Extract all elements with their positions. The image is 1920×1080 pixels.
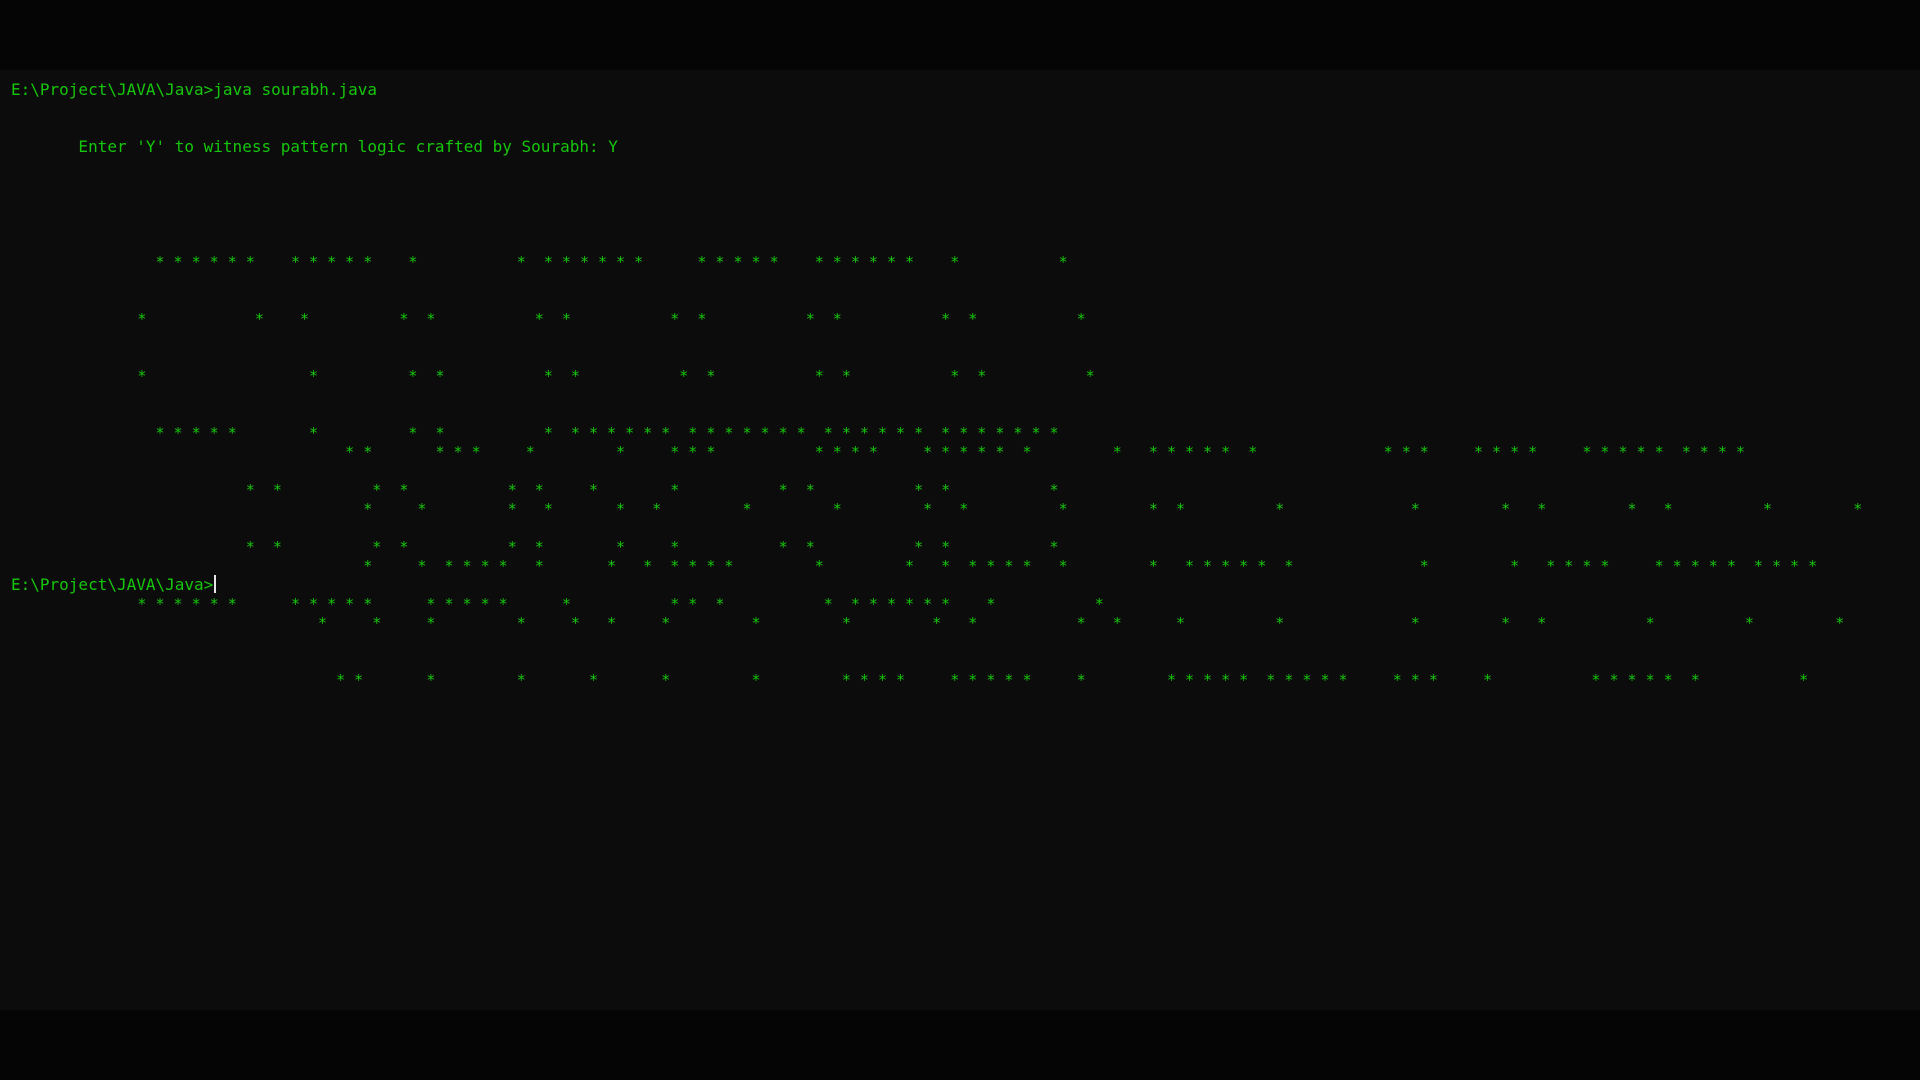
banner-line: * * * * * * * * * * * * * * * * * * * * … — [11, 614, 1845, 632]
banner-line: * * * * * * * * * * * * * * — [11, 310, 1086, 328]
letterbox-top — [0, 0, 1920, 70]
banner-line: * * * * * * * * * * * * * * * * * * * * … — [11, 500, 1863, 518]
banner-line: * * * * * * * * * * * * * * * * * * * * … — [11, 443, 1745, 461]
banner-line: * * * * * * * * * * * * * * * * * * * * … — [11, 671, 1809, 689]
banner-line: * * * * * * * * * * * * * * * * * * * * … — [11, 253, 1068, 271]
banner-line: * * * * * * * * * * * * * * * * * * * * … — [11, 557, 1818, 575]
command-line: E:\Project\JAVA\Java>java sourabh.java — [11, 80, 378, 99]
prompt-text: E:\Project\JAVA\Java> — [11, 575, 214, 594]
text-cursor — [214, 575, 217, 593]
banner-line: * * * * * * * * * * * * * — [11, 367, 1095, 385]
ascii-banner-java-developer: * * * * * * * * * * * * * * * * * * * * … — [11, 405, 1862, 728]
command-prompt[interactable]: E:\Project\JAVA\Java> — [11, 575, 217, 595]
program-output-message: Enter 'Y' to witness pattern logic craft… — [11, 137, 618, 156]
letterbox-bottom — [0, 1010, 1920, 1080]
terminal-window[interactable]: E:\Project\JAVA\Java>java sourabh.java E… — [0, 70, 1920, 1010]
